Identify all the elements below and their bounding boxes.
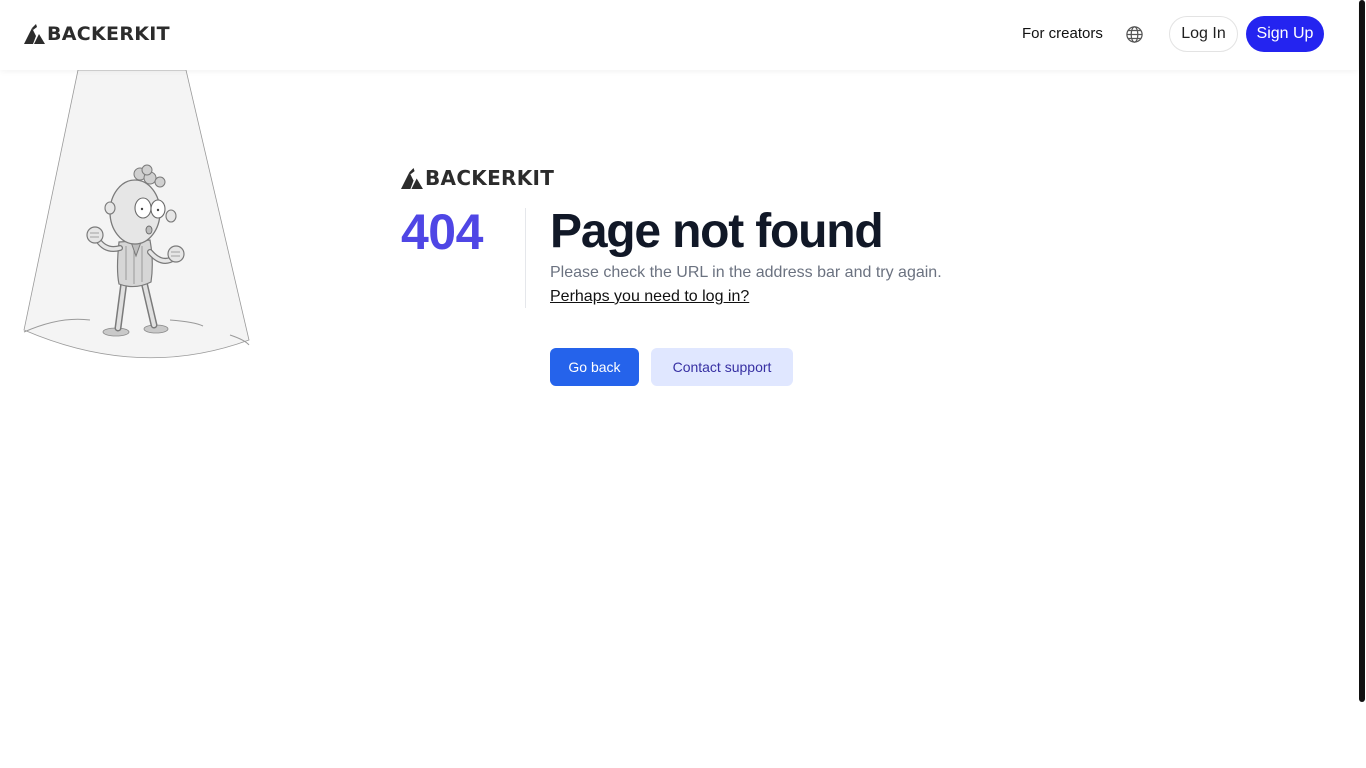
go-back-button[interactable]: Go back [550,348,639,386]
error-code: 404 [401,204,483,260]
top-navigation-bar: BACKERKIT For creators Log In Sign Up [0,0,1358,70]
log-in-button[interactable]: Log In [1169,16,1238,52]
vertical-divider [525,208,526,308]
page-title: Page not found [550,205,884,258]
page: BACKERKIT For creators Log In Sign Up BA… [0,0,1366,768]
backerkit-logo-text: BACKERKIT [425,166,555,190]
lost-character-spotlight-illustration [23,70,250,359]
log-in-link[interactable]: Perhaps you need to log in? [550,286,749,308]
sign-up-button[interactable]: Sign Up [1246,16,1324,52]
contact-support-button[interactable]: Contact support [651,348,793,386]
scrollbar-thumb[interactable] [1359,0,1365,702]
error-message: Please check the URL in the address bar … [550,264,942,281]
for-creators-link[interactable]: For creators [1022,24,1103,44]
backerkit-logo-mark-icon [24,24,45,44]
backerkit-logo-mark-icon [401,167,423,189]
backerkit-logo[interactable]: BACKERKIT [24,22,170,46]
globe-icon[interactable] [1125,25,1144,44]
error-page-logo: BACKERKIT [401,166,554,190]
page-scrollbar[interactable] [1358,0,1366,768]
backerkit-logo-text: BACKERKIT [47,23,170,45]
